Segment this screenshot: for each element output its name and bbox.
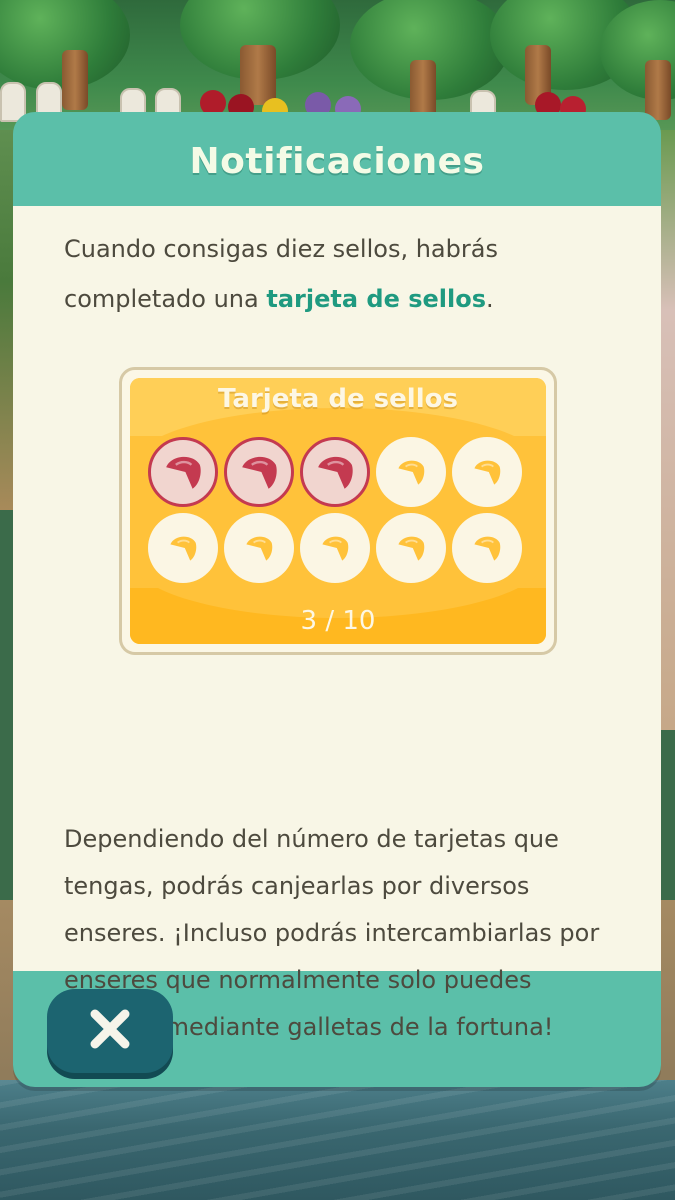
stamp-grid (148, 437, 528, 587)
stamp-icon (469, 454, 505, 490)
stamp-card: Tarjeta de sellos 3 / 10 (130, 378, 546, 644)
stamp-empty (452, 513, 522, 583)
water (0, 1080, 675, 1200)
stamp-icon (393, 530, 429, 566)
stamp-icon (393, 454, 429, 490)
stamp-icon (241, 530, 277, 566)
dialog-header: Notificaciones (13, 112, 661, 206)
intro-text-end: . (486, 285, 494, 313)
stamp-collected (300, 437, 370, 507)
dialog-footer (13, 971, 661, 1087)
stamp-empty (376, 437, 446, 507)
stamp-icon (159, 448, 207, 496)
intro-text: Cuando consigas diez sellos, habrás comp… (64, 224, 624, 324)
notification-dialog: Notificaciones Cuando consigas diez sell… (13, 112, 661, 1087)
stamp-empty (376, 513, 446, 583)
dialog-body: Cuando consigas diez sellos, habrás comp… (13, 206, 661, 1041)
stamp-count: 3 / 10 (300, 606, 376, 636)
stamp-icon (311, 448, 359, 496)
stamp-empty (148, 513, 218, 583)
stamp-empty (452, 437, 522, 507)
stamp-collected (224, 437, 294, 507)
stamp-icon (317, 530, 353, 566)
close-button[interactable] (47, 989, 173, 1073)
tree-trunk (62, 50, 88, 110)
stamp-icon (469, 530, 505, 566)
stamp-card-frame: Tarjeta de sellos 3 / 10 (119, 367, 557, 655)
stamp-icon (165, 530, 201, 566)
stamp-card-highlight: tarjeta de sellos (266, 285, 486, 313)
stamp-empty (300, 513, 370, 583)
close-icon (87, 1006, 133, 1056)
stamp-card-title: Tarjeta de sellos (218, 384, 458, 414)
stamp-collected (148, 437, 218, 507)
dialog-title: Notificaciones (189, 140, 485, 182)
tree-trunk (410, 60, 436, 120)
stamp-empty (224, 513, 294, 583)
stamp-icon (235, 448, 283, 496)
tree-trunk (645, 60, 671, 120)
